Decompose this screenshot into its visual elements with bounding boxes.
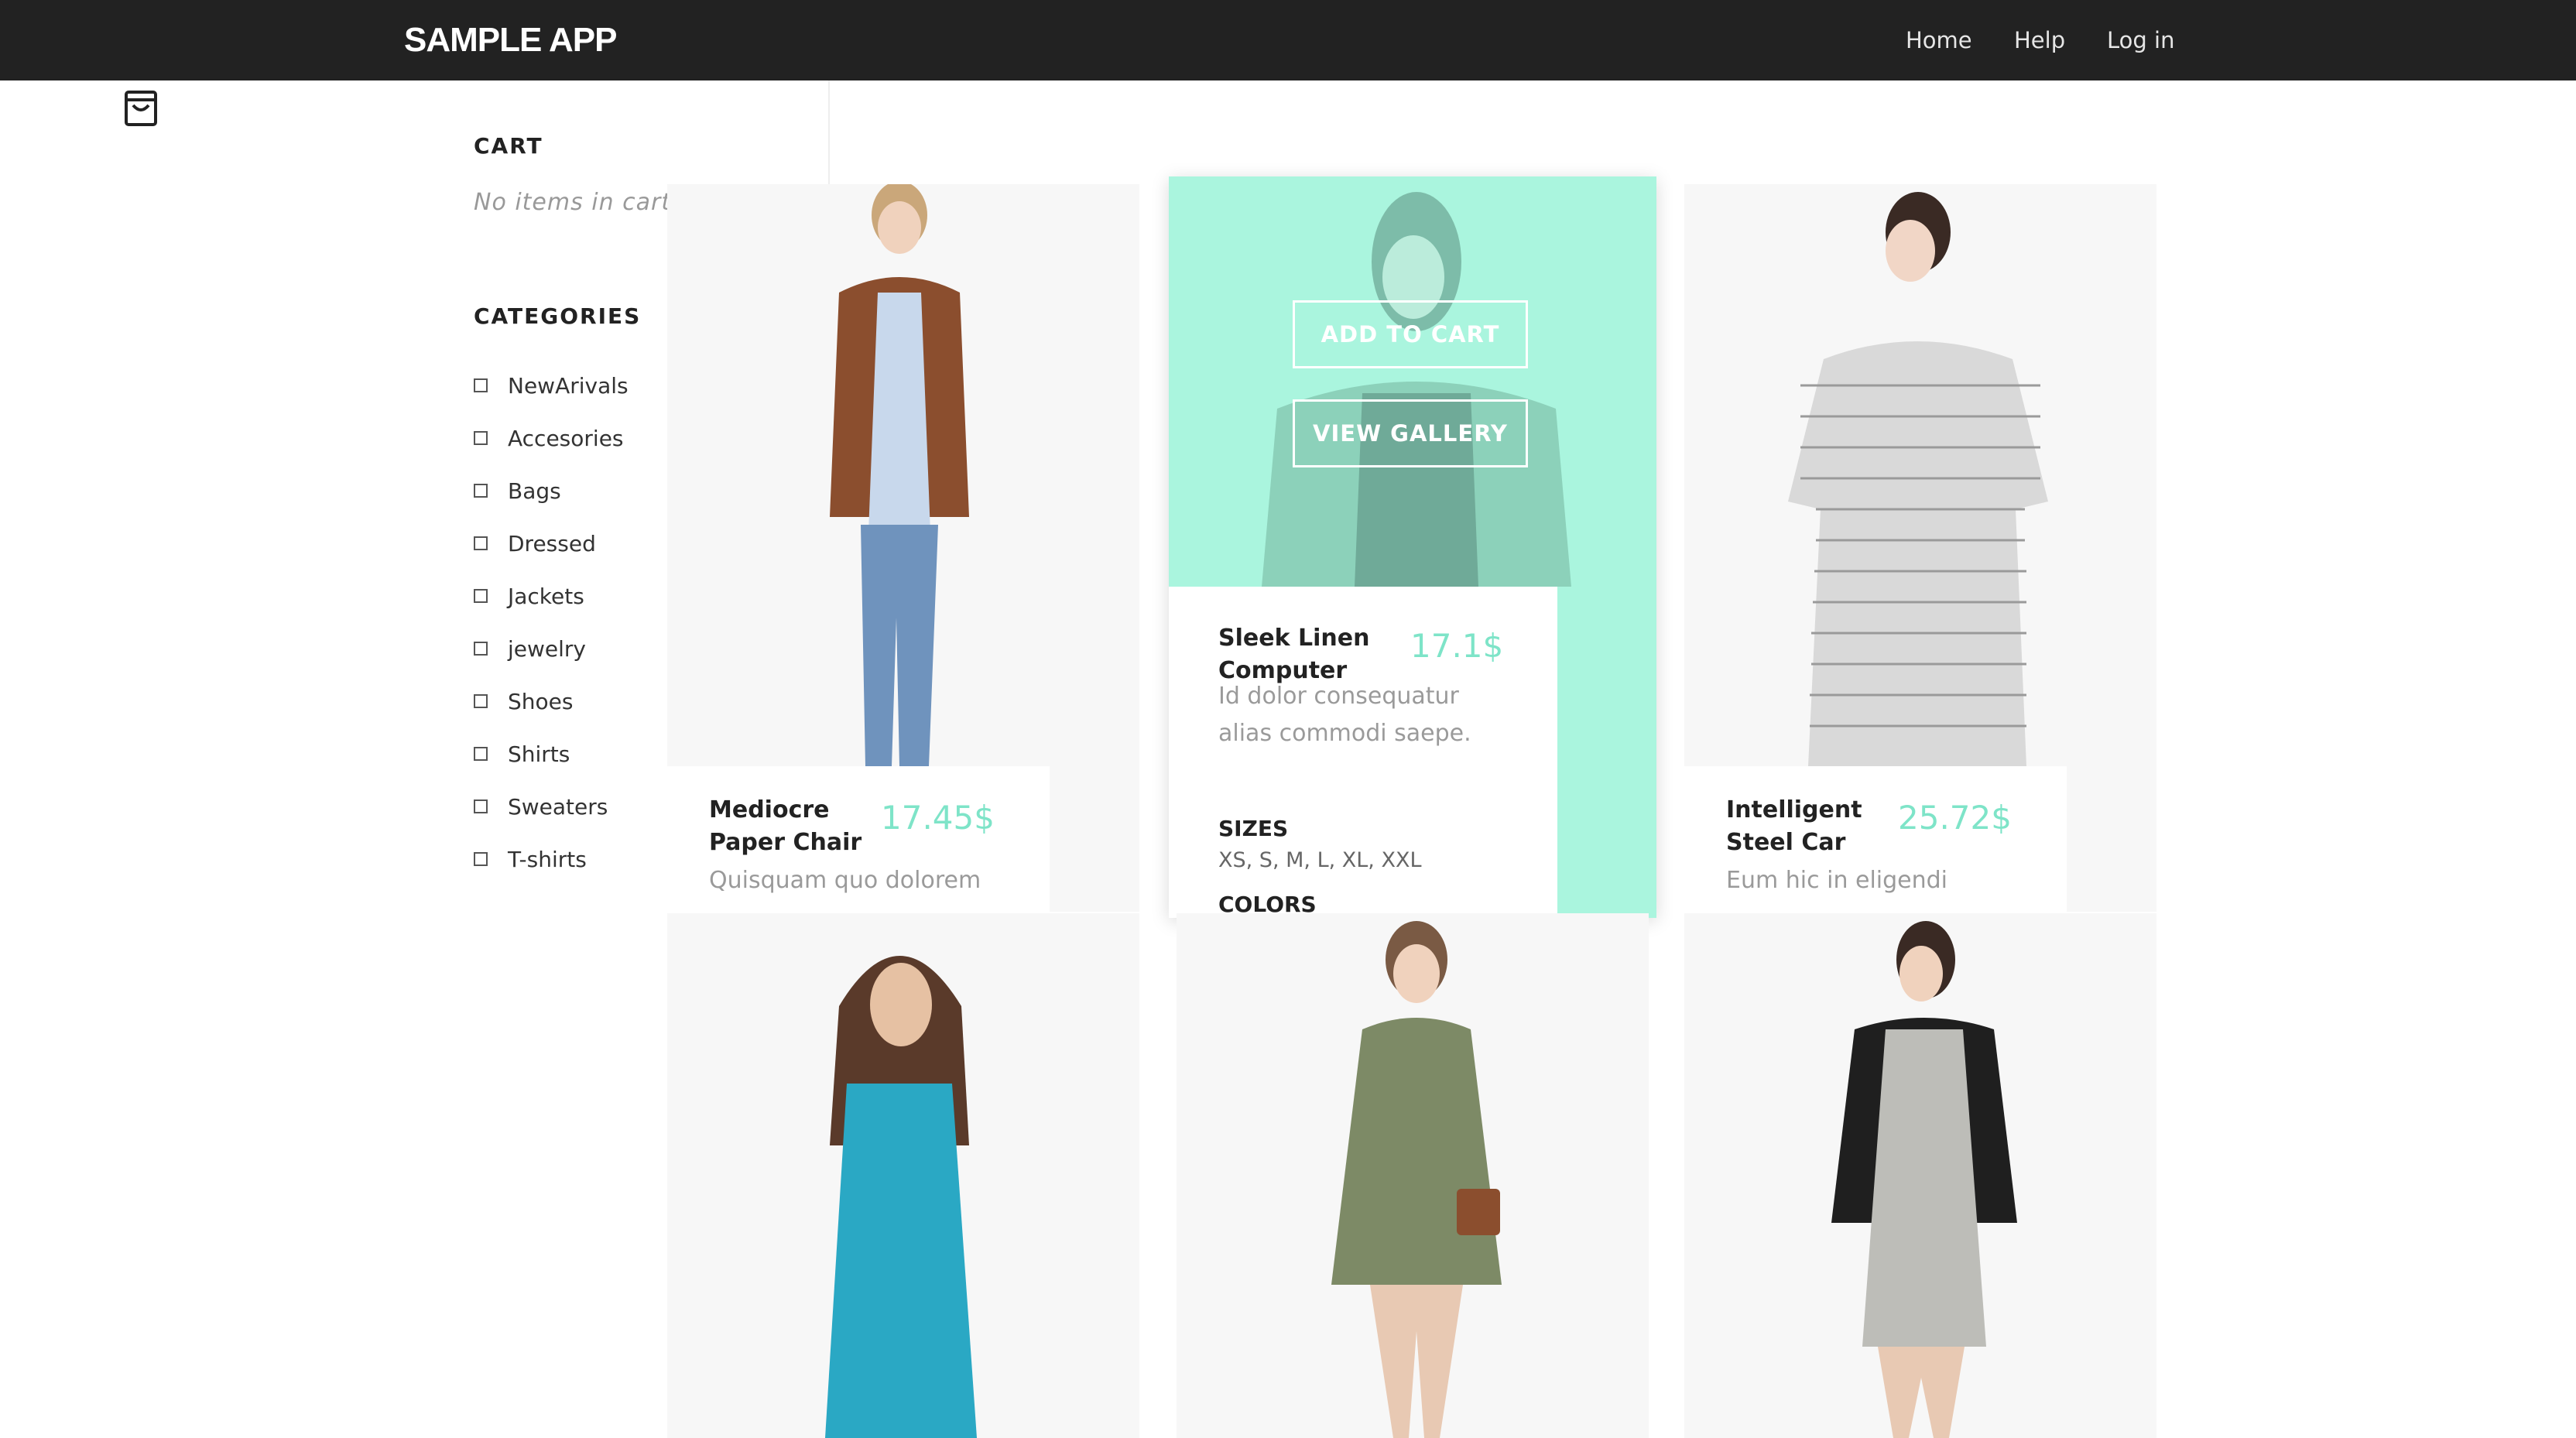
product-image[interactable] — [667, 913, 1139, 1438]
product-card[interactable] — [1684, 913, 2156, 1438]
product-description: Eum hic in eligendi — [1726, 867, 1948, 894]
cart-title: CART — [474, 133, 543, 159]
product-image[interactable] — [1684, 913, 2156, 1438]
add-to-cart-button[interactable]: ADD TO CART — [1293, 300, 1528, 368]
sidebar-divider — [828, 80, 830, 184]
product-card[interactable]: Intelligent Steel Car 25.72$ Eum hic in … — [1684, 184, 2156, 912]
nav-help-link[interactable]: Help — [2014, 25, 2065, 56]
category-label: Accesories — [508, 425, 624, 451]
nav-home-link[interactable]: Home — [1906, 25, 1972, 56]
category-accesories[interactable]: Accesories — [474, 423, 624, 454]
sizes-title: SIZES — [1218, 816, 1289, 841]
category-checkbox[interactable] — [474, 536, 488, 550]
product-card[interactable] — [1177, 913, 1649, 1438]
top-navbar: SAMPLE APP Home Help Log in — [0, 0, 2576, 80]
product-name[interactable]: Intelligent Steel Car — [1726, 794, 1889, 859]
product-card[interactable] — [667, 913, 1139, 1438]
category-shirts[interactable]: Shirts — [474, 738, 570, 769]
product-name[interactable]: Mediocre Paper Chair — [709, 794, 872, 859]
product-info: Mediocre Paper Chair 17.45$ Quisquam quo… — [667, 766, 1050, 912]
product-description: Id dolor consequatur alias commodi saepe… — [1218, 683, 1471, 747]
categories-title: CATEGORIES — [474, 303, 642, 329]
category-bags[interactable]: Bags — [474, 475, 561, 506]
nav-login-link[interactable]: Log in — [2107, 25, 2174, 56]
category-label: Bags — [508, 478, 561, 504]
category-checkbox[interactable] — [474, 378, 488, 392]
category-label: jewelry — [508, 635, 586, 662]
product-info: Sleek Linen Computer 17.1$ Id dolor cons… — [1169, 587, 1557, 918]
category-newarivals[interactable]: NewArivals — [474, 370, 629, 401]
category-sweaters[interactable]: Sweaters — [474, 791, 608, 822]
view-gallery-button[interactable]: VIEW GALLERY — [1293, 399, 1528, 467]
category-label: Sweaters — [508, 793, 608, 820]
category-checkbox[interactable] — [474, 589, 488, 603]
shopping-bag-icon[interactable] — [124, 90, 158, 127]
category-checkbox[interactable] — [474, 642, 488, 656]
product-card[interactable]: Mediocre Paper Chair 17.45$ Quisquam quo… — [667, 184, 1139, 912]
category-label: NewArivals — [508, 372, 629, 399]
cart-empty-message: No items in cart. — [474, 189, 680, 216]
category-label: Dressed — [508, 530, 596, 556]
category-label: Jackets — [508, 583, 584, 609]
category-label: Shoes — [508, 688, 574, 714]
product-description: Quisquam quo dolorem — [709, 867, 981, 894]
category-checkbox[interactable] — [474, 799, 488, 813]
brand-logo[interactable]: SAMPLE APP — [404, 17, 617, 63]
category-checkbox[interactable] — [474, 484, 488, 498]
product-image[interactable] — [667, 184, 1139, 766]
category-checkbox[interactable] — [474, 694, 488, 708]
category-tshirts[interactable]: T-shirts — [474, 844, 587, 875]
product-image[interactable] — [1169, 176, 1656, 587]
category-checkbox[interactable] — [474, 747, 488, 761]
sizes-list: XS, S, M, L, XL, XXL — [1218, 848, 1422, 872]
product-image[interactable] — [1684, 184, 2156, 766]
category-label: Shirts — [508, 741, 570, 767]
category-shoes[interactable]: Shoes — [474, 686, 573, 717]
product-card-hover[interactable]: ADD TO CART VIEW GALLERY Sleek Linen Com… — [1169, 176, 1656, 918]
product-price: 17.45$ — [881, 799, 995, 837]
category-dressed[interactable]: Dressed — [474, 528, 596, 559]
category-jackets[interactable]: Jackets — [474, 580, 584, 611]
product-price: 17.1$ — [1410, 627, 1504, 665]
category-checkbox[interactable] — [474, 431, 488, 445]
product-image[interactable] — [1177, 913, 1649, 1438]
category-label: T-shirts — [508, 846, 587, 872]
product-price: 25.72$ — [1898, 799, 2012, 837]
category-jewelry[interactable]: jewelry — [474, 633, 586, 664]
product-info: Intelligent Steel Car 25.72$ Eum hic in … — [1684, 766, 2067, 912]
category-checkbox[interactable] — [474, 852, 488, 866]
